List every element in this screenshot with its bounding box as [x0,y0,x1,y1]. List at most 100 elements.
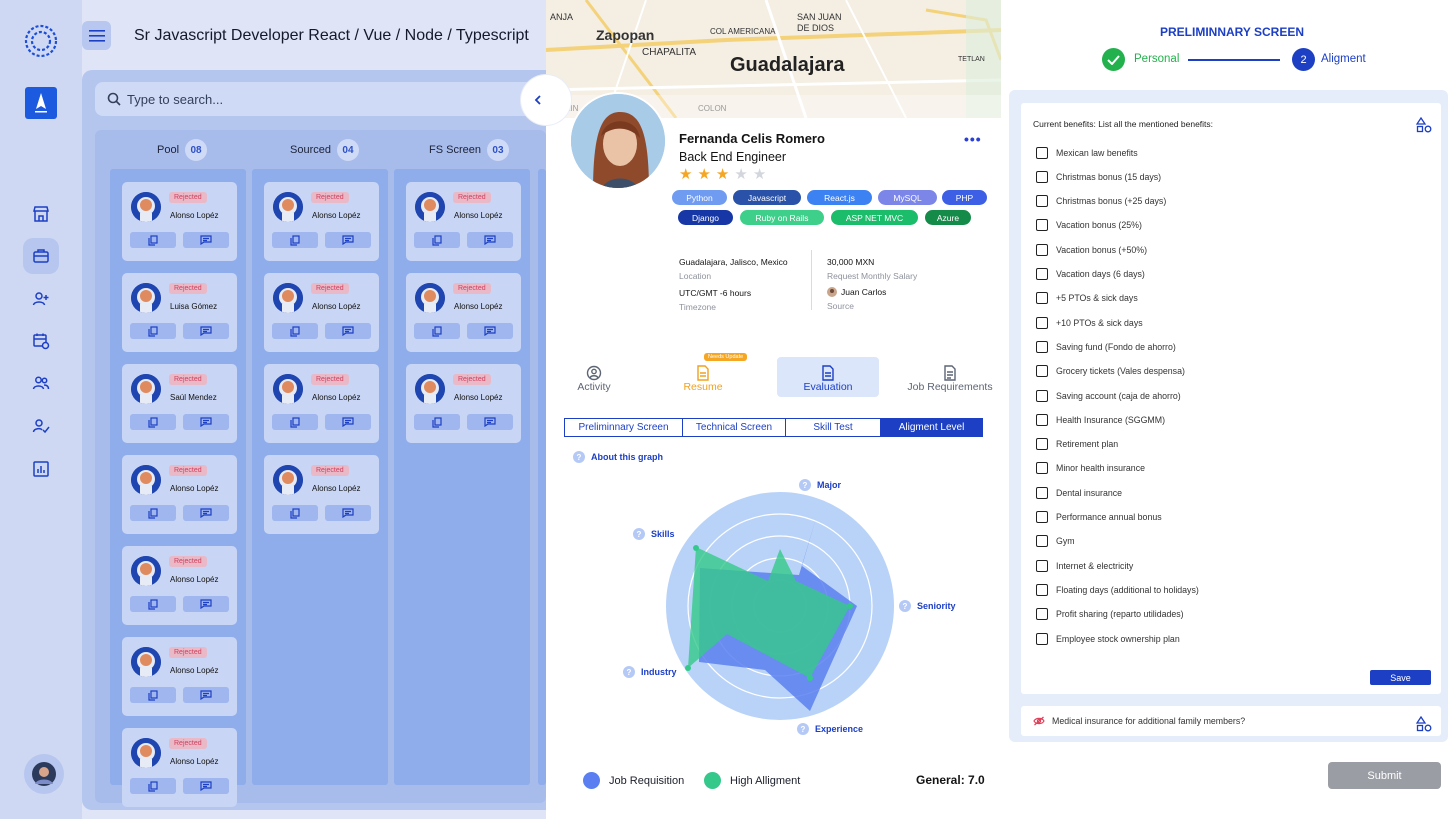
sidebar-item-schedule[interactable] [26,326,56,356]
sidebar-item-store[interactable] [26,199,56,229]
benefit-option[interactable]: Saving fund (Fondo de ahorro) [1036,340,1176,353]
benefit-option[interactable]: +10 PTOs & sick days [1036,316,1143,329]
star-filled-icon[interactable]: ★ [679,166,697,183]
sidebar-item-approvals[interactable] [26,411,56,441]
step-personal-complete[interactable] [1102,48,1125,71]
message-button[interactable] [183,505,229,521]
lane-header-pool[interactable]: Pool 08 [157,139,208,161]
sidebar-item-team[interactable] [26,368,56,398]
benefit-option[interactable]: Vacation bonus (25%) [1036,219,1142,232]
checkbox[interactable] [1036,608,1048,621]
save-button[interactable]: Save [1370,670,1431,685]
axis-label-industry[interactable]: ? Industry [623,666,677,678]
message-button[interactable] [325,505,371,521]
lane-header-sourced[interactable]: Sourced 04 [290,139,359,161]
benefit-option[interactable]: Vacation bonus (+50%) [1036,243,1147,256]
star-empty-icon[interactable]: ★ [753,166,771,183]
candidate-card[interactable]: Rejected Luisa Gómez [122,273,237,352]
axis-label-skills[interactable]: ? Skills [633,528,675,540]
benefit-option[interactable]: +5 PTOs & sick days [1036,292,1138,305]
benefit-option[interactable]: Performance annual bonus [1036,511,1162,524]
benefit-option[interactable]: Dental insurance [1036,486,1122,499]
shapes-icon[interactable] [1416,716,1432,732]
axis-label-experience[interactable]: ? Experience [797,723,863,735]
benefit-option[interactable]: Grocery tickets (Vales despensa) [1036,365,1185,378]
copy-button[interactable] [414,414,460,430]
copy-button[interactable] [414,232,460,248]
benefit-option[interactable]: Mexican law benefits [1036,146,1138,159]
axis-label-major[interactable]: ? Major [799,479,841,491]
star-empty-icon[interactable]: ★ [734,166,752,183]
benefit-option[interactable]: Retirement plan [1036,438,1118,451]
checkbox[interactable] [1036,292,1048,305]
menu-button[interactable] [82,21,111,50]
copy-button[interactable] [272,232,318,248]
lane-header-fs-screen[interactable]: FS Screen 03 [429,139,509,161]
copy-button[interactable] [130,596,176,612]
checkbox[interactable] [1036,340,1048,353]
checkbox[interactable] [1036,389,1048,402]
copy-button[interactable] [130,778,176,794]
message-button[interactable] [325,323,371,339]
checkbox[interactable] [1036,170,1048,183]
benefit-option[interactable]: Internet & electricity [1036,559,1133,572]
candidate-card[interactable]: Rejected Saúl Mendez [122,364,237,443]
sidebar-item-reports[interactable] [26,454,56,484]
more-options-button[interactable]: ••• [964,131,982,147]
submit-button[interactable]: Submit [1328,762,1441,789]
benefit-option[interactable]: Gym [1036,535,1075,548]
message-button[interactable] [467,414,513,430]
skill-tag[interactable]: Javascript [733,190,801,205]
copy-button[interactable] [130,323,176,339]
candidate-card[interactable]: Rejected Alonso Lopéz [122,637,237,716]
checkbox[interactable] [1036,365,1048,378]
subtab-preliminary-screen[interactable]: Preliminnary Screen [565,419,683,436]
tab-evaluation[interactable]: Evaluation [777,357,879,397]
checkbox[interactable] [1036,438,1048,451]
step-alignment-current[interactable]: 2 [1292,48,1315,71]
checkbox[interactable] [1036,632,1048,645]
benefit-option[interactable]: Vacation days (6 days) [1036,268,1145,281]
message-button[interactable] [325,414,371,430]
star-filled-icon[interactable]: ★ [716,166,734,183]
message-button[interactable] [183,778,229,794]
checkbox[interactable] [1036,559,1048,572]
shapes-icon[interactable] [1416,117,1432,133]
checkbox[interactable] [1036,316,1048,329]
subtab-alignment-level[interactable]: Aligment Level [881,419,982,436]
candidate-card[interactable]: Rejected Alonso Lopéz [264,455,379,534]
axis-label-seniority[interactable]: ? Seniority [899,600,956,612]
about-graph-link[interactable]: ? About this graph [573,451,663,463]
subtab-skill-test[interactable]: Skill Test [786,419,881,436]
benefit-option[interactable]: Floating days (additional to holidays) [1036,583,1199,596]
copy-button[interactable] [272,414,318,430]
copy-button[interactable] [130,505,176,521]
skill-tag[interactable]: React.js [807,190,872,205]
skill-tag[interactable]: Azure [925,210,971,225]
checkbox[interactable] [1036,268,1048,280]
checkbox[interactable] [1036,486,1048,499]
candidate-card[interactable]: Rejected Alonso Lopéz [264,273,379,352]
checkbox[interactable] [1036,413,1048,426]
candidate-card[interactable]: Rejected Alonso Lopéz [406,182,521,261]
message-button[interactable] [183,232,229,248]
candidate-card[interactable]: Rejected Alonso Lopéz [122,546,237,625]
benefit-option[interactable]: Christmas bonus (15 days) [1036,170,1161,183]
benefit-option[interactable]: Profit sharing (reparto utilidades) [1036,608,1184,621]
sidebar-item-jobs[interactable] [23,238,59,274]
checkbox[interactable] [1036,243,1048,256]
candidate-card[interactable]: Rejected Alonso Lopéz [122,455,237,534]
tab-resume[interactable]: Resume [672,357,734,397]
rating-stars[interactable]: ★★★★★ [679,165,771,183]
checkbox[interactable] [1036,462,1048,475]
candidate-card[interactable]: Rejected Alonso Lopéz [406,364,521,443]
benefit-option[interactable]: Employee stock ownership plan [1036,632,1180,645]
message-button[interactable] [183,323,229,339]
checkbox[interactable] [1036,219,1048,232]
copy-button[interactable] [130,414,176,430]
message-button[interactable] [183,596,229,612]
benefit-option[interactable]: Christmas bonus (+25 days) [1036,195,1166,208]
copy-button[interactable] [414,323,460,339]
subtab-technical-screen[interactable]: Technical Screen [683,419,786,436]
candidate-card[interactable]: Rejected Alonso Lopéz [122,182,237,261]
